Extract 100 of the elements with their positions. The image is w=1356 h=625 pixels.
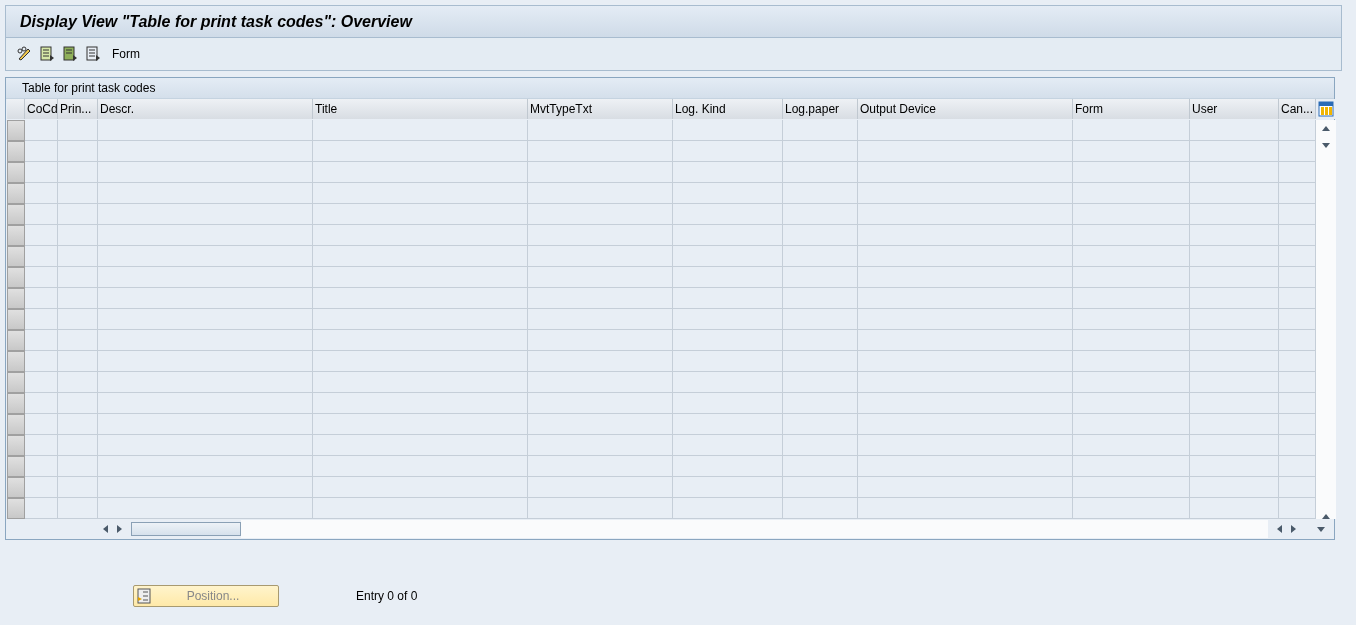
table-cell (1279, 435, 1316, 456)
table-cell (25, 120, 58, 141)
table-cell (1279, 141, 1316, 162)
table-cell (25, 435, 58, 456)
row-selector[interactable] (7, 351, 25, 372)
form-button[interactable]: Form (108, 47, 144, 61)
scrollbar-thumb[interactable] (131, 522, 241, 536)
table-cell (25, 288, 58, 309)
table-cell (58, 456, 98, 477)
table-cell (1279, 183, 1316, 204)
table-cell (1279, 309, 1316, 330)
select-all-corner[interactable] (7, 99, 25, 119)
table-cell (1279, 372, 1316, 393)
table-cell (1279, 225, 1316, 246)
table-cell (58, 246, 98, 267)
row-selector[interactable] (7, 477, 25, 498)
scroll-down-icon[interactable] (1322, 143, 1330, 148)
table-cell (25, 267, 58, 288)
row-selector[interactable] (7, 372, 25, 393)
table-cell (25, 477, 58, 498)
table-cell (58, 351, 98, 372)
table-cell (1279, 414, 1316, 435)
table-cell (58, 435, 98, 456)
table-cell (25, 414, 58, 435)
entry-count: Entry 0 of 0 (356, 589, 418, 603)
table-cell (25, 246, 58, 267)
table-cell (58, 498, 98, 519)
table-cell (25, 498, 58, 519)
scroll-down-icon[interactable] (1317, 526, 1325, 532)
scroll-right-icon[interactable] (1291, 525, 1296, 533)
table-cell (1279, 456, 1316, 477)
table-cell (25, 372, 58, 393)
row-selector[interactable] (7, 141, 25, 162)
table-cell (1279, 498, 1316, 519)
column-header[interactable]: Prin... (58, 99, 98, 119)
table-title: Table for print task codes (22, 81, 156, 95)
table-cell (58, 141, 98, 162)
table-cell (1279, 267, 1316, 288)
table-cell (58, 183, 98, 204)
row-selector[interactable] (7, 393, 25, 414)
table-cell (1279, 351, 1316, 372)
row-selector[interactable] (7, 435, 25, 456)
row-selector[interactable] (7, 498, 25, 519)
table-cell (1279, 393, 1316, 414)
table-cell (25, 456, 58, 477)
table-cell (25, 309, 58, 330)
column-header[interactable]: Output Device (858, 99, 1073, 119)
row-selector[interactable] (7, 456, 25, 477)
table-cell (58, 330, 98, 351)
row-selector[interactable] (7, 162, 25, 183)
table-cell (58, 162, 98, 183)
table-cell (1279, 246, 1316, 267)
row-selector[interactable] (7, 225, 25, 246)
table-cell (1279, 120, 1316, 141)
table-cell (58, 288, 98, 309)
column-header[interactable]: User (1190, 99, 1279, 119)
row-selector[interactable] (7, 309, 25, 330)
table-cell (1279, 162, 1316, 183)
row-selector[interactable] (7, 246, 25, 267)
column-header[interactable]: Descr. (98, 99, 313, 119)
row-selector[interactable] (7, 267, 25, 288)
table-cell (58, 372, 98, 393)
column-header[interactable]: CoCd (25, 99, 58, 119)
table-cell (58, 414, 98, 435)
table-cell (25, 204, 58, 225)
table-cell (25, 141, 58, 162)
table-cell (58, 393, 98, 414)
column-header[interactable]: MvtTypeTxt (528, 99, 673, 119)
column-header[interactable]: Log.paper (783, 99, 858, 119)
table-cell (1279, 477, 1316, 498)
table-cell (25, 330, 58, 351)
scroll-up-icon[interactable] (1322, 514, 1330, 519)
table-cell (25, 183, 58, 204)
table-cell (1279, 330, 1316, 351)
row-selector[interactable] (7, 120, 25, 141)
column-header[interactable]: Can... (1279, 99, 1316, 119)
table-cell (1279, 204, 1316, 225)
table-cell (58, 309, 98, 330)
column-header[interactable]: Title (313, 99, 528, 119)
row-selector[interactable] (7, 330, 25, 351)
table-cell (25, 393, 58, 414)
table-cell (58, 225, 98, 246)
row-selector[interactable] (7, 183, 25, 204)
row-selector[interactable] (7, 414, 25, 435)
table-cell (58, 120, 98, 141)
vertical-scrollbar[interactable] (1316, 120, 1336, 519)
table-cell (58, 477, 98, 498)
column-header[interactable]: Log. Kind (673, 99, 783, 119)
window-title: Display View "Table for print task codes": Overview (20, 12, 412, 31)
row-selector[interactable] (7, 288, 25, 309)
table-cell (25, 162, 58, 183)
scroll-left-icon[interactable] (1277, 525, 1282, 533)
scroll-right-icon[interactable] (117, 525, 122, 533)
row-selector[interactable] (7, 204, 25, 225)
table-cell (25, 225, 58, 246)
table-cell (58, 204, 98, 225)
scroll-left-icon[interactable] (103, 525, 108, 533)
pencil-glasses-icon[interactable] (16, 46, 32, 62)
column-header[interactable]: Form (1073, 99, 1190, 119)
scroll-up-icon[interactable] (1322, 126, 1330, 131)
